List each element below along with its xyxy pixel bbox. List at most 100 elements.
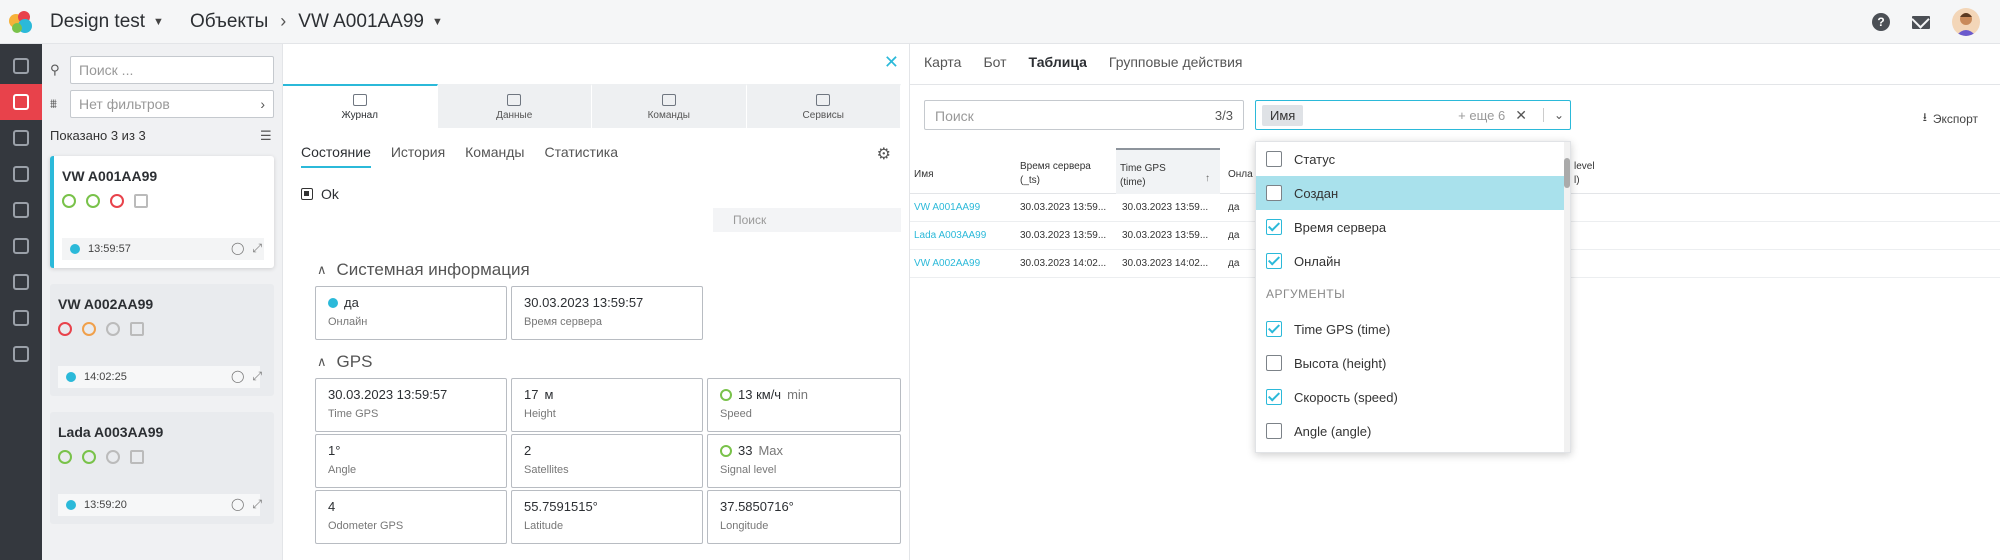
signal-status-icon <box>82 450 96 464</box>
row-name-link[interactable]: Lada A003AA99 <box>914 230 986 241</box>
tab-data[interactable]: Данные <box>437 84 592 128</box>
angle-cell: 1° Angle <box>315 434 507 488</box>
signal-status-icon <box>86 194 100 208</box>
detail-search-input[interactable]: Поиск <box>713 208 901 232</box>
scrollbar-thumb[interactable] <box>1564 158 1570 188</box>
tab-journal[interactable]: Журнал <box>283 84 438 128</box>
expand-icon[interactable]: ⤢ <box>252 497 262 512</box>
hierarchy-icon[interactable] <box>0 120 42 156</box>
speed-status-icon <box>58 322 72 336</box>
locate-icon[interactable]: ◯ <box>231 369 244 384</box>
column-option-angle[interactable]: Angle (angle) <box>1256 414 1566 448</box>
column-option-height[interactable]: Высота (height) <box>1256 346 1566 380</box>
expand-icon[interactable]: ⤢ <box>252 241 262 256</box>
locate-icon[interactable]: ◯ <box>231 497 244 512</box>
column-more-count: + еще 6 <box>1458 107 1506 123</box>
objects-search: ⚲ Поиск ... <box>50 56 274 84</box>
clear-icon[interactable]: ✕ <box>1515 107 1527 124</box>
checkbox[interactable] <box>1266 219 1282 235</box>
lock-status-icon <box>134 194 148 208</box>
header-signal-level[interactable]: level l) <box>1570 148 1630 194</box>
cell-value: 17 <box>524 387 539 402</box>
column-option-server-time[interactable]: Время сервера <box>1256 210 1566 244</box>
checkbox[interactable] <box>1266 355 1282 371</box>
user-avatar[interactable] <box>1952 8 1980 36</box>
sort-arrow-up-icon[interactable]: ↑ <box>1205 172 1210 186</box>
header-gps-time[interactable]: Time GPS (time) ↑ <box>1116 148 1220 194</box>
integration-icon[interactable] <box>0 264 42 300</box>
terminal-icon[interactable] <box>0 156 42 192</box>
checkbox[interactable] <box>1266 389 1282 405</box>
terminal-icon <box>661 93 676 106</box>
table-search-input[interactable]: Поиск 3/3 <box>924 100 1244 130</box>
column-chip[interactable]: Имя <box>1262 104 1304 126</box>
column-option-online[interactable]: Онлайн <box>1256 244 1566 278</box>
object-card[interactable]: Lada A003AA99 13:59:20 ◯ ⤢ <box>50 412 274 524</box>
objects-filter-select[interactable]: Нет фильтров › <box>70 90 274 118</box>
column-option-speed[interactable]: Скорость (speed) <box>1256 380 1566 414</box>
object-time-box: 13:59:20 <box>58 494 260 516</box>
checkbox[interactable] <box>1266 423 1282 439</box>
help-icon[interactable]: ? <box>1872 13 1890 31</box>
tab-bot[interactable]: Бот <box>983 54 1006 70</box>
objects-search-input[interactable]: Поиск ... <box>70 56 274 84</box>
checkbox[interactable] <box>1266 253 1282 269</box>
cell-label: Speed <box>720 408 752 420</box>
tab-map[interactable]: Карта <box>924 54 961 70</box>
header-name[interactable]: Имя <box>910 148 1010 194</box>
breadcrumb-section[interactable]: Объекты <box>190 11 268 33</box>
chip-icon <box>301 188 313 200</box>
column-selector[interactable]: Имя + еще 6 ✕ ⌄ <box>1255 100 1571 130</box>
objects-icon[interactable] <box>0 84 42 120</box>
checkbox[interactable] <box>1266 185 1282 201</box>
subtab-history[interactable]: История <box>391 144 445 168</box>
expand-icon[interactable]: ⤢ <box>252 369 262 384</box>
object-selector[interactable]: VW A001AA99 ▼ <box>298 11 443 33</box>
gps-section-header[interactable]: ∧ GPS <box>317 352 372 372</box>
checkbox[interactable] <box>1266 321 1282 337</box>
shown-count: Показано 3 из 3 <box>50 128 146 143</box>
subtab-commands[interactable]: Команды <box>465 144 524 168</box>
object-card-name: VW A002AA99 <box>58 296 154 312</box>
row-name-link[interactable]: VW A001AA99 <box>914 202 980 213</box>
workspace-selector[interactable]: Design test ▼ <box>50 11 164 33</box>
online-cell: да Онлайн <box>315 286 507 340</box>
tab-commands[interactable]: Команды <box>592 84 747 128</box>
object-card[interactable]: VW A001AA99 13:59:57 ◯ ⤢ <box>50 156 274 268</box>
object-card[interactable]: VW A002AA99 14:02:25 ◯ ⤢ <box>50 284 274 396</box>
object-card-time: 13:59:20 <box>84 499 127 511</box>
document-icon[interactable] <box>0 336 42 372</box>
cell-value: 33 <box>738 443 753 458</box>
header-server-time[interactable]: Время сервера (_ts) <box>1016 148 1116 194</box>
tab-services[interactable]: Сервисы <box>746 84 901 128</box>
tag-icon[interactable] <box>0 228 42 264</box>
tools-icon[interactable] <box>0 300 42 336</box>
subtab-statistics[interactable]: Статистика <box>544 144 618 168</box>
checkbox[interactable] <box>1266 151 1282 167</box>
option-label: Онлайн <box>1294 253 1341 269</box>
row-name-link[interactable]: VW A002AA99 <box>914 258 980 269</box>
object-card-name: Lada A003AA99 <box>58 424 164 440</box>
tab-table[interactable]: Таблица <box>1029 54 1087 70</box>
tab-label: Журнал <box>341 109 379 121</box>
table-icon[interactable] <box>0 192 42 228</box>
system-section-header[interactable]: ∧ Системная информация <box>317 260 530 280</box>
chevron-down-icon[interactable]: ⌄ <box>1542 108 1564 122</box>
tab-group-actions[interactable]: Групповые действия <box>1109 54 1243 70</box>
close-icon[interactable]: ✕ <box>884 52 899 73</box>
app-logo[interactable] <box>0 0 42 44</box>
column-option-gps-time[interactable]: Time GPS (time) <box>1256 312 1566 346</box>
subtab-state[interactable]: Состояние <box>301 144 371 168</box>
cell-value: 4 <box>328 499 336 514</box>
column-option-created[interactable]: Создан <box>1256 176 1566 210</box>
column-option-status[interactable]: Статус <box>1256 142 1566 176</box>
dropdown-scrollbar[interactable] <box>1564 142 1570 452</box>
cube-icon[interactable] <box>0 48 42 84</box>
cell-value: 2 <box>524 443 532 458</box>
locate-icon[interactable]: ◯ <box>231 241 244 256</box>
online-dot-icon <box>66 500 76 510</box>
mail-icon[interactable] <box>1912 15 1930 29</box>
gear-icon[interactable]: ⚙ <box>877 144 891 164</box>
sliders-icon[interactable]: ☰ <box>260 128 272 144</box>
export-button[interactable]: ⭳ Экспорт <box>1923 108 1978 129</box>
